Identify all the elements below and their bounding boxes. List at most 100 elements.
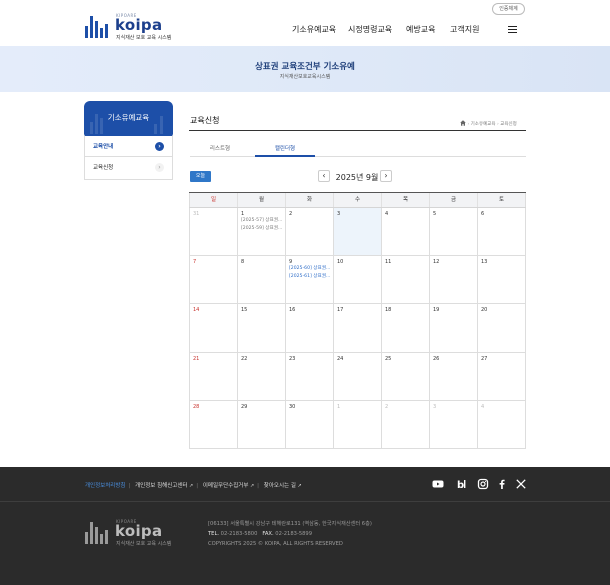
calendar-day-cell[interactable]: 2 [285, 208, 333, 256]
footer-address: [06133] 서울특별시 강남구 테헤란로131 (역삼동, 한국지식재산센터… [208, 521, 372, 527]
day-number: 4 [385, 211, 389, 217]
calendar-day-cell[interactable]: 1 [333, 400, 381, 448]
calendar-day-cell[interactable]: 29 [237, 400, 285, 448]
blog-icon[interactable]: b [455, 478, 467, 491]
day-number: 1 [337, 403, 341, 410]
tab-calendar[interactable]: 캘린더형 [255, 143, 315, 157]
today-button[interactable]: 오늘 [190, 171, 211, 182]
facebook-icon[interactable] [496, 478, 508, 490]
month-title: 2025년 9월 [335, 173, 379, 182]
calendar-day-cell[interactable]: 11 [381, 256, 429, 304]
calendar-event[interactable]: [2025-60] 상표권... [289, 265, 333, 273]
logo-mark-icon [85, 12, 111, 38]
tab-list[interactable]: 리스트형 [190, 143, 250, 157]
prev-month-button[interactable]: ‹ [318, 170, 330, 182]
calendar-day-cell[interactable]: 6 [477, 208, 526, 256]
day-number: 18 [385, 307, 392, 314]
calendar-day-cell[interactable]: 25 [381, 352, 429, 400]
day-number: 8 [241, 259, 245, 266]
calendar-day-cell[interactable]: 2 [381, 400, 429, 448]
next-month-button[interactable]: › [380, 170, 392, 182]
calendar-grid: 일 월 화 수 목 금 토 31 1 [2025-57] 상표권... [2025-5… [189, 192, 526, 449]
footer-logo: KIPOARE koipa 지식재산 보호 교육 시스템 [85, 518, 185, 547]
footer-link-privacy[interactable]: 개인정보처리방침 [85, 483, 125, 489]
calendar-day-cell[interactable]: 14 [189, 304, 237, 352]
site-logo[interactable]: KIPOARE koipa 지식재산 보호 교육 시스템 [85, 12, 185, 41]
calendar-event[interactable]: [2025-61] 상표권... [289, 273, 333, 281]
day-number: 22 [241, 355, 248, 362]
day-number: 2 [385, 403, 389, 410]
youtube-icon[interactable] [432, 478, 444, 490]
calendar-day-cell[interactable]: 5 [429, 208, 477, 256]
menu-icon[interactable] [508, 26, 517, 34]
side-menu-title-text: 기소유예교육 [107, 113, 150, 122]
calendar-day-cell[interactable]: 4 [381, 208, 429, 256]
calendar-week-row: 14 15 16 17 18 19 20 [189, 304, 526, 353]
calendar-day-cell[interactable]: 16 [285, 304, 333, 352]
home-icon[interactable] [460, 120, 466, 126]
site-header: KIPOARE koipa 지식재산 보호 교육 시스템 인증체계 기소유예교육… [0, 0, 610, 46]
breadcrumb-item-current: 교육신청 [500, 122, 517, 127]
calendar-day-cell[interactable]: 12 [429, 256, 477, 304]
footer-logo-tagline: 지식재산 보호 교육 시스템 [116, 541, 172, 547]
nav-item-support[interactable]: 고객지원 [450, 24, 479, 35]
day-number: 27 [481, 355, 488, 362]
calendar-day-cell[interactable]: 8 [237, 256, 285, 304]
footer-info: [06133] 서울특별시 강남구 테헤란로131 (역삼동, 한국지식재산센터… [208, 519, 372, 549]
calendar-day-cell[interactable]: 3 [429, 400, 477, 448]
nav-item-prevention[interactable]: 예방교육 [406, 24, 435, 35]
calendar-day-cell[interactable]: 17 [333, 304, 381, 352]
fax-number: 02-2183-5899 [275, 531, 313, 537]
footer-link-email-refusal[interactable]: 이메일무단수집거부 [203, 483, 249, 489]
side-menu: 기소유예교육 교육안내 › 교육신청 › [84, 101, 173, 180]
calendar-event[interactable]: [2025-57] 상표권... [241, 217, 285, 225]
nav-item-correction-order[interactable]: 시정명령교육 [348, 24, 392, 35]
logo-mark-icon [85, 518, 111, 544]
calendar-day-cell[interactable]: 24 [333, 352, 381, 400]
weekday-sun: 일 [189, 193, 237, 207]
calendar-day-cell[interactable]: 15 [237, 304, 285, 352]
calendar-day-cell[interactable]: 21 [189, 352, 237, 400]
breadcrumb-item[interactable]: 기소유예교육 [471, 122, 496, 127]
day-number: 28 [193, 403, 200, 410]
calendar-day-cell[interactable]: 7 [189, 256, 237, 304]
day-number: 15 [241, 307, 248, 314]
footer-link-privacy-report[interactable]: 개인정보 침해신고센터 [135, 483, 187, 489]
calendar-day-cell[interactable]: 10 [333, 256, 381, 304]
calendar-event[interactable]: [2025-59] 상표권... [241, 225, 285, 233]
calendar-weekday-header: 일 월 화 수 목 금 토 [189, 193, 526, 208]
logo-wordmark: koipa [115, 16, 163, 34]
banner-title: 상표권 교육조건부 기소유예 [255, 62, 355, 72]
day-number: 26 [433, 355, 440, 362]
calendar-day-cell[interactable]: 31 [189, 208, 237, 256]
calendar-day-cell[interactable]: 19 [429, 304, 477, 352]
cert-button[interactable]: 인증체계 [492, 3, 525, 15]
side-item-guide[interactable]: 교육안내 › [84, 134, 173, 157]
calendar-day-cell[interactable]: 18 [381, 304, 429, 352]
instagram-icon[interactable] [477, 478, 489, 490]
calendar-day-cell[interactable]: 4 [477, 400, 526, 448]
calendar-day-cell[interactable]: 27 [477, 352, 526, 400]
logo-tagline: 지식재산 보호 교육 시스템 [116, 35, 172, 41]
side-item-label: 교육안내 [93, 144, 114, 150]
day-number: 16 [289, 307, 296, 314]
day-number: 7 [193, 259, 197, 266]
calendar-day-cell[interactable]: 1 [2025-57] 상표권... [2025-59] 상표권... [237, 208, 285, 256]
calendar-day-cell-today[interactable]: 3 [333, 208, 381, 256]
weekday-mon: 월 [237, 193, 285, 207]
day-number: 12 [433, 259, 440, 266]
calendar-day-cell[interactable]: 22 [237, 352, 285, 400]
calendar-day-cell[interactable]: 26 [429, 352, 477, 400]
x-icon[interactable] [515, 478, 527, 490]
calendar-day-cell[interactable]: 20 [477, 304, 526, 352]
calendar-day-cell[interactable]: 28 [189, 400, 237, 448]
weekday-tue: 화 [285, 193, 333, 207]
footer-link-directions[interactable]: 찾아오시는 길 [264, 483, 296, 489]
calendar-day-cell[interactable]: 9 [2025-60] 상표권... [2025-61] 상표권... [285, 256, 333, 304]
nav-item-deferred-prosecution[interactable]: 기소유예교육 [292, 24, 336, 35]
day-number: 31 [193, 211, 200, 217]
calendar-day-cell[interactable]: 30 [285, 400, 333, 448]
side-item-apply[interactable]: 교육신청 › [84, 157, 173, 180]
calendar-day-cell[interactable]: 23 [285, 352, 333, 400]
calendar-day-cell[interactable]: 13 [477, 256, 526, 304]
